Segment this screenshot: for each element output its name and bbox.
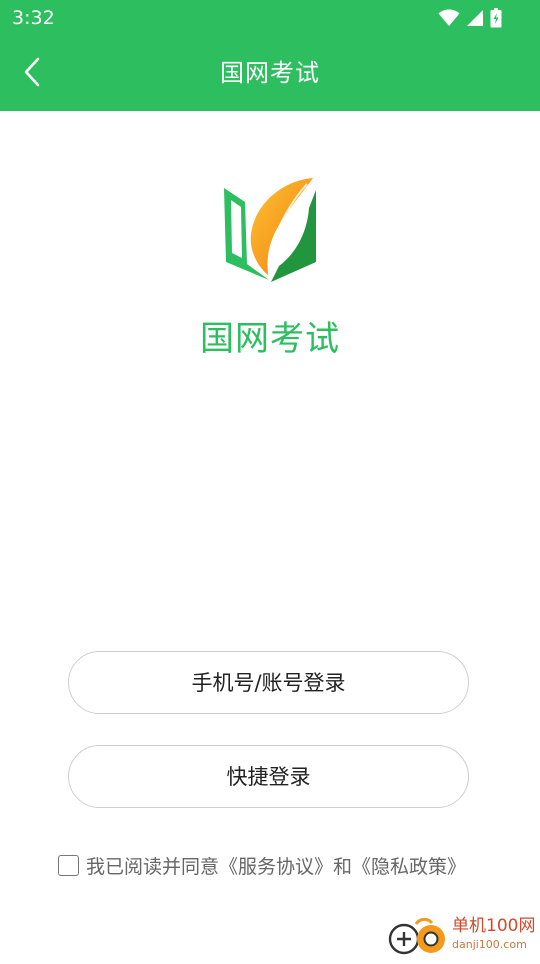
quick-login-button[interactable]: 快捷登录 bbox=[68, 745, 469, 808]
brand-name: 国网考试 bbox=[200, 319, 340, 359]
chevron-left-icon bbox=[22, 56, 42, 92]
battery-charging-icon bbox=[490, 8, 502, 28]
wifi-icon bbox=[438, 9, 460, 27]
cell-signal-icon bbox=[466, 9, 484, 27]
account-login-button[interactable]: 手机号/账号登录 bbox=[68, 651, 469, 714]
watermark-site-name: 单机100网 bbox=[452, 916, 536, 936]
status-icons bbox=[438, 6, 502, 30]
agreement-checkbox[interactable] bbox=[58, 854, 79, 876]
status-time: 3:32 bbox=[12, 7, 55, 29]
watermark: 单机100网 danji100.com bbox=[386, 914, 536, 960]
back-button[interactable] bbox=[10, 52, 54, 96]
app-bar-title: 国网考试 bbox=[220, 59, 320, 87]
leaf-book-logo bbox=[221, 176, 319, 284]
agreement-row: 我已阅读并同意《服务协议》和《隐私政策》 bbox=[58, 851, 466, 879]
app-bar: 国网考试 bbox=[0, 36, 540, 111]
watermark-url: danji100.com bbox=[452, 938, 527, 951]
agreement-text[interactable]: 我已阅读并同意《服务协议》和《隐私政策》 bbox=[86, 852, 466, 879]
status-bar: 3:32 bbox=[0, 0, 540, 36]
watermark-logo-icon bbox=[388, 917, 445, 955]
